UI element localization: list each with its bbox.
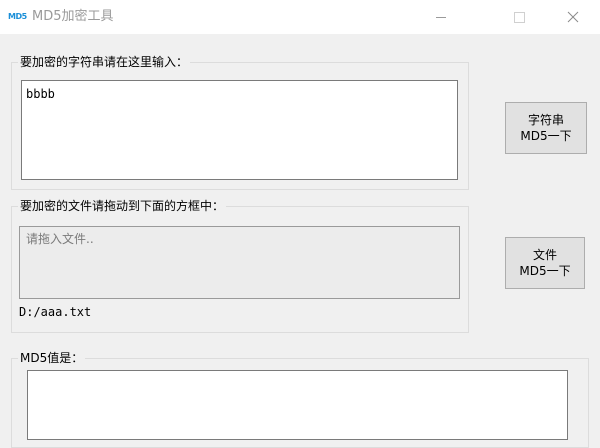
file-group-label: 要加密的文件请拖动到下面的方框中： xyxy=(18,199,227,213)
string-group-label: 要加密的字符串请在这里输入： xyxy=(18,55,191,69)
md5-file-button[interactable]: 文件 MD5一下 xyxy=(505,237,585,289)
window-title: MD5加密工具 xyxy=(32,9,114,24)
file-path-label: D:/aaa.txt xyxy=(19,305,92,319)
md5-output[interactable] xyxy=(27,370,568,440)
maximize-button[interactable] xyxy=(496,0,542,34)
md5-string-button-line2: MD5一下 xyxy=(520,129,572,143)
md5-string-button[interactable]: 字符串 MD5一下 xyxy=(505,102,587,154)
close-button[interactable] xyxy=(550,0,596,34)
md5-file-button-line2: MD5一下 xyxy=(519,264,571,278)
minimize-button[interactable] xyxy=(418,0,464,34)
md5-file-button-line1: 文件 xyxy=(532,248,557,262)
title-bar[interactable]: MD5 MD5加密工具 xyxy=(0,0,600,34)
maximize-icon xyxy=(513,11,525,23)
file-drop-area[interactable]: 请拖入文件.. xyxy=(19,226,460,299)
md5-string-button-line1: 字符串 xyxy=(527,113,564,127)
close-icon xyxy=(567,11,579,23)
app-icon: MD5 xyxy=(8,12,27,21)
string-input[interactable]: bbbb xyxy=(21,80,458,180)
result-group-label: MD5值是： xyxy=(18,351,86,365)
minimize-icon xyxy=(436,16,446,18)
